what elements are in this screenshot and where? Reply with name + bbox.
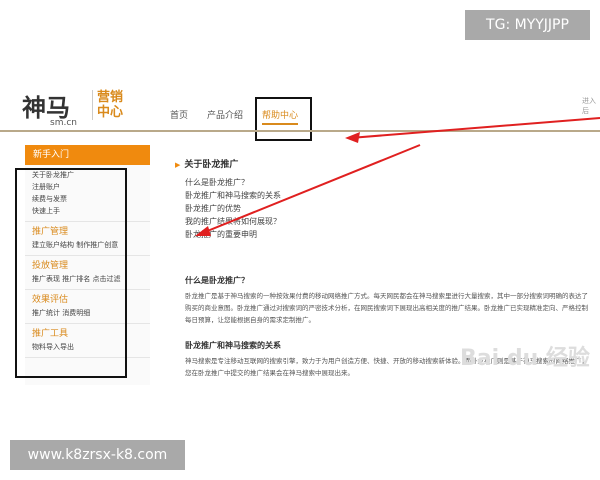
arrowhead	[345, 132, 360, 143]
arrowhead	[195, 226, 211, 236]
annotation-arrows	[195, 117, 600, 236]
arrow-line	[199, 144, 421, 235]
arrow-line	[349, 117, 600, 139]
website-watermark: www.k8zrsx-k8.com	[10, 440, 185, 470]
